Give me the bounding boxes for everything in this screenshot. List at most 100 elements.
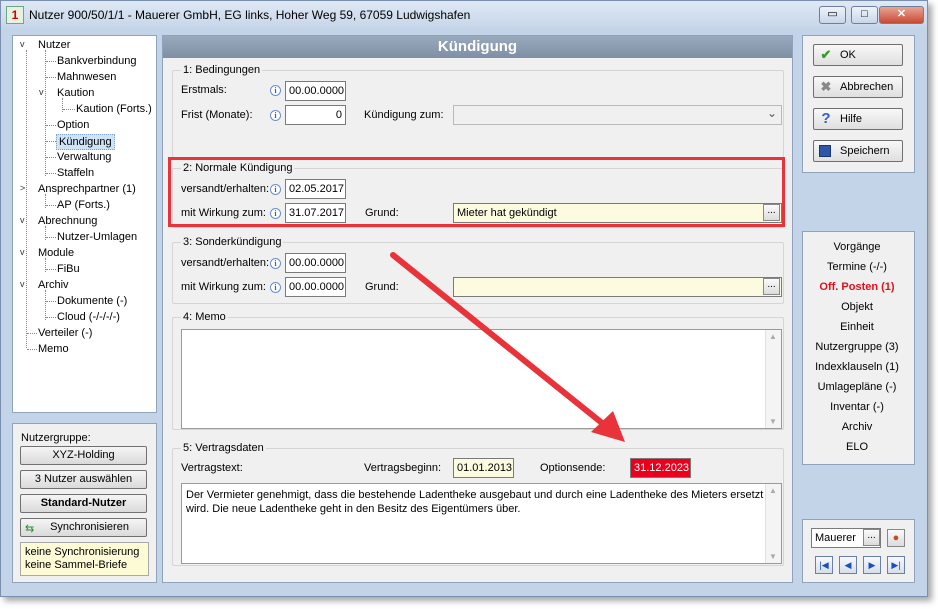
info-icon[interactable]: i (270, 110, 281, 121)
tree-item-staffeln[interactable]: Staffeln (57, 167, 94, 179)
tree-item-kaution-forts[interactable]: Kaution (Forts.) (76, 103, 152, 115)
annotation-arrow (390, 252, 625, 442)
link-einheit[interactable]: Einheit (803, 321, 911, 333)
navigation-tree: v Nutzer Bankverbindung Mahnwesen v Kaut… (12, 35, 157, 413)
help-button[interactable]: ? Hilfe (813, 108, 903, 130)
versandt-input[interactable]: 02.05.2017 (285, 179, 346, 199)
tree-item-fibu[interactable]: FiBu (57, 263, 80, 275)
vertragstext-label: Vertragstext: (181, 462, 243, 474)
vertragsbeginn-input[interactable]: 01.01.2013 (453, 458, 514, 478)
sonder-versandt-input[interactable]: 00.00.0000 (285, 253, 346, 273)
kuendigung-zum-label: Kündigung zum: (364, 109, 444, 121)
info-icon[interactable]: i (270, 184, 281, 195)
app-window: 1 Nutzer 900/50/1/1 - Mauerer GmbH, EG l… (0, 0, 928, 597)
search-lookup-button[interactable]: ... (863, 529, 880, 546)
tree-item-archiv[interactable]: Archiv (38, 279, 69, 291)
scroll-down-icon[interactable]: ▼ (769, 552, 777, 561)
link-objekt[interactable]: Objekt (803, 301, 911, 313)
tree-item-verwaltung[interactable]: Verwaltung (57, 151, 111, 163)
optionsende-label: Optionsende: (540, 462, 606, 474)
wirkung-input[interactable]: 31.07.2017 (285, 203, 346, 223)
frist-input[interactable]: 0 (285, 105, 346, 125)
tree-item-memo[interactable]: Memo (38, 343, 69, 355)
tree-item-option[interactable]: Option (57, 119, 89, 131)
frist-label: Frist (Monate): (181, 109, 253, 121)
close-button[interactable]: ✕ (879, 6, 924, 24)
grund-lookup-button[interactable]: ... (763, 204, 780, 221)
last-record-icon[interactable]: ▶| (887, 556, 905, 574)
optionsende-input[interactable]: 31.12.2023 (630, 458, 691, 478)
vertragstext-scrollbar[interactable]: ▲ ▼ (765, 484, 781, 563)
usergroup-panel: Nutzergruppe: XYZ-Holding 3 Nutzer auswä… (12, 423, 157, 583)
usergroup-button[interactable]: XYZ-Holding (20, 446, 147, 465)
info-icon[interactable]: i (270, 258, 281, 269)
info-icon[interactable]: i (270, 85, 281, 96)
tree-item-nutzer-umlagen[interactable]: Nutzer-Umlagen (57, 231, 137, 243)
links-panel: Vorgänge Termine (-/-) Off. Posten (1) O… (802, 231, 915, 465)
sonder-grund-lookup-button[interactable]: ... (763, 278, 780, 295)
erstmals-input[interactable]: 00.00.0000 (285, 81, 346, 101)
tree-item-ansprechpartner[interactable]: Ansprechpartner (1) (38, 183, 136, 195)
tree-item-kuendigung[interactable]: Kündigung (56, 134, 115, 150)
sync-note-line1: keine Synchronisierung (25, 546, 140, 558)
link-offene-posten[interactable]: Off. Posten (1) (803, 281, 911, 293)
tree-item-module[interactable]: Module (38, 247, 74, 259)
select-users-button[interactable]: 3 Nutzer auswählen (20, 470, 147, 489)
info-icon[interactable]: i (270, 208, 281, 219)
grund-input[interactable]: Mieter hat gekündigt ... (453, 203, 782, 223)
maximize-button[interactable]: □ (851, 6, 878, 24)
expand-icon[interactable]: > (20, 183, 25, 193)
previous-record-icon[interactable]: ◀ (839, 556, 857, 574)
section-bedingungen: 1: Bedingungen Erstmals: i 00.00.0000 Fr… (172, 64, 784, 158)
link-umlageplaene[interactable]: Umlagepläne (-) (803, 381, 911, 393)
record-navigation: |◀ ◀ ▶ ▶| (815, 556, 907, 574)
kuendigung-zum-select[interactable]: ⌄ (453, 105, 782, 125)
save-button[interactable]: Speichern (813, 140, 903, 162)
tree-item-nutzer[interactable]: Nutzer (38, 39, 70, 51)
tree-item-kaution[interactable]: Kaution (57, 87, 94, 99)
scroll-up-icon[interactable]: ▲ (769, 486, 777, 495)
link-nutzergruppe[interactable]: Nutzergruppe (3) (803, 341, 911, 353)
link-inventar[interactable]: Inventar (-) (803, 401, 911, 413)
contacts-icon[interactable]: ● (887, 529, 905, 547)
tree-item-dokumente[interactable]: Dokumente (-) (57, 295, 127, 307)
actions-panel: ✔ OK ✖ Abbrechen ? Hilfe Speichern (802, 35, 915, 173)
tree-item-abrechnung[interactable]: Abrechnung (38, 215, 97, 227)
app-icon: 1 (6, 6, 24, 24)
standard-user-button[interactable]: Standard-Nutzer (20, 494, 147, 513)
collapse-icon[interactable]: v (20, 279, 25, 289)
collapse-icon[interactable]: v (20, 247, 25, 257)
versandt-label: versandt/erhalten: (181, 257, 270, 269)
vertragstext-text: Der Vermieter genehmigt, dass die besteh… (186, 489, 764, 515)
form-title: Kündigung (163, 36, 792, 58)
link-indexklauseln[interactable]: Indexklauseln (1) (803, 361, 911, 373)
cancel-button[interactable]: ✖ Abbrechen (813, 76, 903, 98)
link-vorgaenge[interactable]: Vorgänge (803, 241, 911, 253)
sonder-wirkung-input[interactable]: 00.00.0000 (285, 277, 346, 297)
minimize-button[interactable]: ▭ (819, 6, 846, 24)
link-archiv[interactable]: Archiv (803, 421, 911, 433)
next-record-icon[interactable]: ▶ (863, 556, 881, 574)
collapse-icon[interactable]: v (20, 215, 25, 225)
collapse-icon[interactable]: v (39, 87, 44, 97)
vertragstext-textarea[interactable]: Der Vermieter genehmigt, dass die besteh… (181, 483, 782, 564)
chevron-down-icon: ⌄ (766, 106, 777, 120)
sync-button[interactable]: ⇆ Synchronisieren (20, 518, 147, 537)
link-elo[interactable]: ELO (803, 441, 911, 453)
collapse-icon[interactable]: v (20, 39, 25, 49)
info-icon[interactable]: i (270, 282, 281, 293)
tree-item-mahnwesen[interactable]: Mahnwesen (57, 71, 116, 83)
cancel-label: Abbrechen (840, 81, 894, 93)
check-icon: ✔ (820, 47, 832, 62)
first-record-icon[interactable]: |◀ (815, 556, 833, 574)
ok-button[interactable]: ✔ OK (813, 44, 903, 66)
tree-item-cloud[interactable]: Cloud (-/-/-/-) (57, 311, 120, 323)
sync-icon: ⇆ (25, 523, 35, 535)
memo-scrollbar[interactable]: ▲ ▼ (765, 330, 781, 428)
tree-item-verteiler[interactable]: Verteiler (-) (38, 327, 92, 339)
link-termine[interactable]: Termine (-/-) (803, 261, 911, 273)
tree-item-ap-forts[interactable]: AP (Forts.) (57, 199, 110, 211)
tree-item-bankverbindung[interactable]: Bankverbindung (57, 55, 137, 67)
scroll-up-icon[interactable]: ▲ (769, 332, 777, 341)
scroll-down-icon[interactable]: ▼ (769, 417, 777, 426)
